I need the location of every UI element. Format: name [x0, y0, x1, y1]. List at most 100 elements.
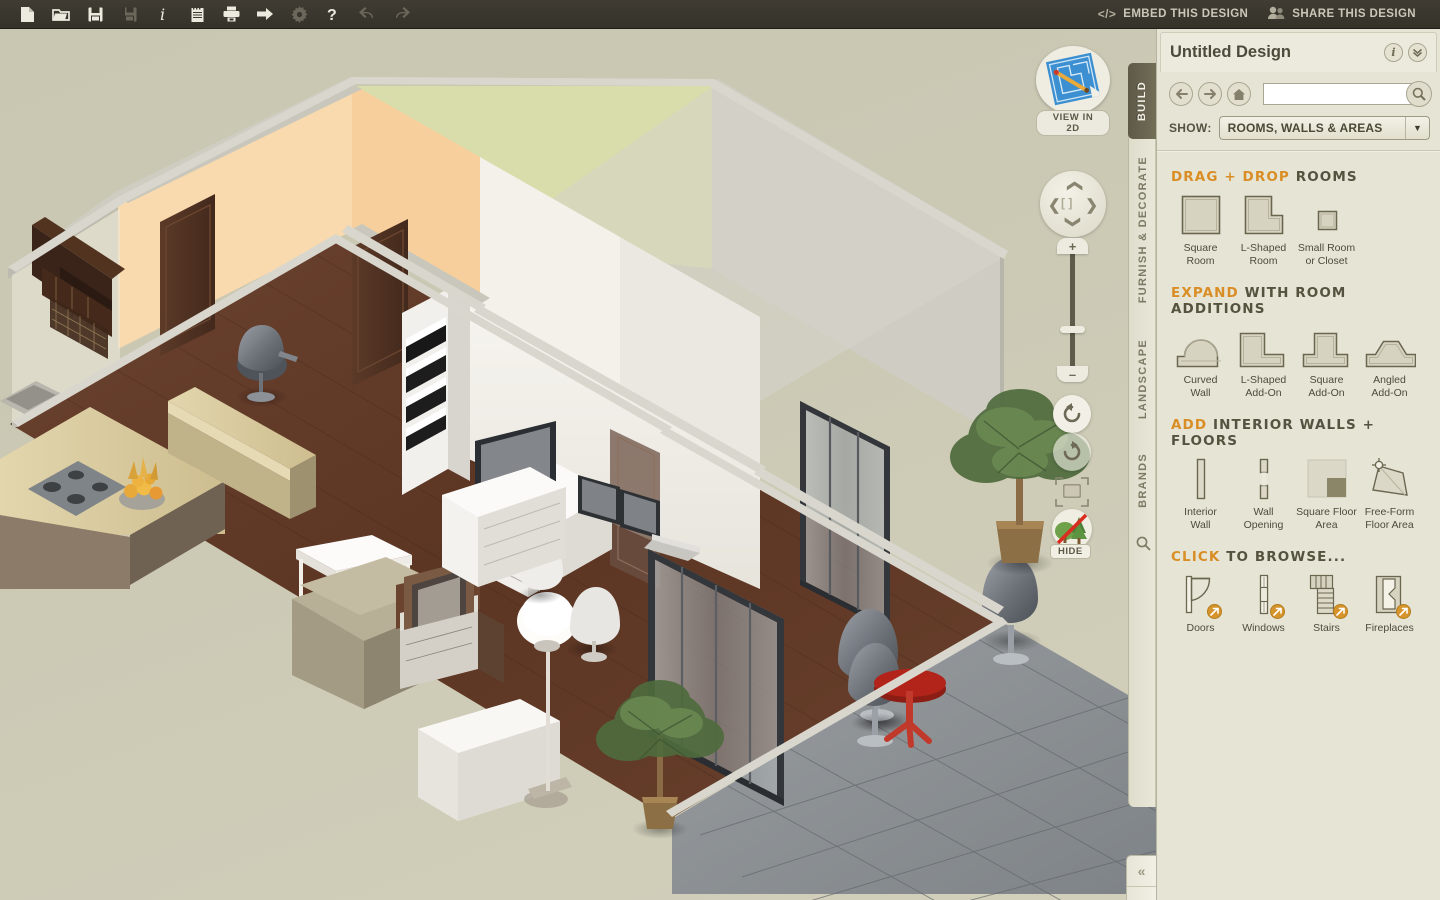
- toolbar-actions: </> EMBED THIS DESIGN SHARE THIS DESIGN: [1088, 0, 1440, 29]
- hide-landscape-toggle[interactable]: [1052, 509, 1092, 549]
- section-title-rooms: DRAG + DROP ROOMS: [1171, 169, 1428, 185]
- chevron-down-icon[interactable]: [1408, 43, 1427, 62]
- zoom-slider-handle[interactable]: [1060, 326, 1085, 333]
- tab-label-furnish: FURNISH & DECORATE: [1137, 156, 1149, 304]
- collapse-prev-button[interactable]: «: [1127, 856, 1156, 886]
- hide-label[interactable]: HIDE: [1050, 544, 1091, 559]
- item-square-add-on[interactable]: Square Add-On: [1295, 325, 1358, 399]
- item-interior-wall[interactable]: Interior Wall: [1169, 457, 1232, 531]
- sidebar-item-landscape[interactable]: LANDSCAPE: [1129, 321, 1157, 437]
- item-label: Windows: [1242, 622, 1285, 634]
- pan-center-button[interactable]: [ ]: [1061, 196, 1072, 210]
- view-in-2d-control[interactable]: VIEW IN 2D: [1036, 46, 1110, 136]
- svg-text:i: i: [160, 6, 165, 23]
- help-icon[interactable]: ?: [316, 1, 350, 28]
- item-windows[interactable]: Windows: [1232, 573, 1295, 635]
- show-dropdown[interactable]: ROOMS, WALLS & AREAS ▼: [1218, 116, 1430, 140]
- item-label: Square Add-On: [1308, 374, 1345, 399]
- show-filter-row: SHOW: ROOMS, WALLS & AREAS ▼: [1157, 116, 1440, 150]
- panel-content: DRAG + DROP ROOMS Square Room L-Shaped R…: [1157, 150, 1440, 900]
- item-doors[interactable]: Doors: [1169, 573, 1232, 635]
- collapse-next-button[interactable]: »: [1127, 886, 1156, 900]
- zoom-out-button[interactable]: –: [1057, 366, 1088, 382]
- panel-header: Untitled Design i: [1160, 32, 1437, 72]
- item-fireplaces[interactable]: Fireplaces: [1358, 573, 1421, 635]
- item-l-shaped-add-on[interactable]: L-Shaped Add-On: [1232, 325, 1295, 399]
- search-icon[interactable]: [1406, 81, 1432, 107]
- design-info-icon[interactable]: i: [1384, 43, 1403, 62]
- nav-back-button[interactable]: [1169, 82, 1193, 106]
- embed-design-button[interactable]: </> EMBED THIS DESIGN: [1088, 0, 1259, 29]
- browse-arrow-badge[interactable]: [1395, 604, 1411, 619]
- nav-home-button[interactable]: [1227, 82, 1251, 106]
- door-icon: [1178, 573, 1224, 619]
- open-folder-icon[interactable]: [44, 1, 78, 28]
- pan-dpad[interactable]: ❯ ❯ ❮ ❯ [ ]: [1040, 171, 1106, 237]
- l-add-on-icon: [1238, 325, 1290, 369]
- item-square-room[interactable]: Square Room: [1169, 193, 1232, 267]
- floorplan-3d-scene: [0, 29, 1156, 900]
- item-label: Square Room: [1183, 242, 1218, 267]
- item-square-floor-area[interactable]: Square Floor Area: [1295, 457, 1358, 531]
- sidebar-item-furnish-decorate[interactable]: FURNISH & DECORATE: [1129, 139, 1157, 321]
- item-label: Interior Wall: [1184, 506, 1217, 531]
- item-angled-add-on[interactable]: Angled Add-On: [1358, 325, 1421, 399]
- item-small-room-or-closet[interactable]: Small Room or Closet: [1295, 193, 1358, 267]
- l-shaped-room-icon: [1241, 193, 1287, 237]
- rotate-left-icon[interactable]: [1053, 395, 1091, 433]
- free-form-floor-icon: [1365, 457, 1415, 501]
- design-canvas-3d[interactable]: VIEW IN 2D ❯ ❯ ❮ ❯ [ ] + – HIDE «: [0, 29, 1156, 900]
- item-wall-opening[interactable]: Wall Opening: [1232, 457, 1295, 531]
- share-design-label: SHARE THIS DESIGN: [1292, 8, 1416, 20]
- export-icon[interactable]: [248, 1, 282, 28]
- build-panel: Untitled Design i SHOW: ROOMS, WALLS & A…: [1156, 29, 1440, 900]
- print-icon[interactable]: [214, 1, 248, 28]
- stairs-icon: [1304, 573, 1350, 619]
- new-file-icon[interactable]: [10, 1, 44, 28]
- item-label: Stairs: [1313, 622, 1340, 634]
- settings-gear-icon[interactable]: [282, 1, 316, 28]
- small-room-icon: [1304, 193, 1350, 237]
- pan-right-arrow[interactable]: ❯: [1085, 196, 1098, 214]
- sidebar-item-brands[interactable]: BRANDS: [1129, 437, 1157, 523]
- pan-left-arrow[interactable]: ❮: [1048, 196, 1061, 214]
- toolbar-icon-group: i ?: [0, 1, 418, 28]
- item-l-shaped-room[interactable]: L-Shaped Room: [1232, 193, 1295, 267]
- item-label: Curved Wall: [1183, 374, 1218, 399]
- panel-navigation-bar: [1157, 72, 1440, 116]
- pan-up-arrow[interactable]: ❯: [1064, 180, 1082, 193]
- view-in-2d-label[interactable]: VIEW IN 2D: [1036, 110, 1110, 136]
- save-icon[interactable]: [78, 1, 112, 28]
- item-label: L-Shaped Room: [1240, 242, 1287, 267]
- redo-icon[interactable]: [384, 1, 418, 28]
- browse-arrow-badge[interactable]: [1206, 604, 1222, 619]
- browse-arrow-badge[interactable]: [1269, 604, 1285, 619]
- rotate-right-icon[interactable]: [1053, 433, 1091, 471]
- item-free-form-floor-area[interactable]: Free-Form Floor Area: [1358, 457, 1421, 531]
- show-label: SHOW:: [1169, 121, 1212, 135]
- search-input[interactable]: [1263, 83, 1420, 105]
- show-dropdown-value: ROOMS, WALLS & AREAS: [1227, 121, 1383, 135]
- embed-design-label: EMBED THIS DESIGN: [1123, 8, 1249, 20]
- zoom-slider-track[interactable]: [1070, 244, 1075, 374]
- item-curved-wall[interactable]: Curved Wall: [1169, 325, 1232, 399]
- save-as-icon[interactable]: [112, 1, 146, 28]
- fit-to-screen-icon[interactable]: [1055, 477, 1089, 507]
- curved-wall-icon: [1175, 325, 1227, 369]
- view-2d-thumbnail[interactable]: [1036, 46, 1110, 114]
- sidebar-item-build[interactable]: BUILD: [1128, 63, 1156, 139]
- pan-down-arrow[interactable]: ❯: [1064, 216, 1082, 229]
- browse-arrow-badge[interactable]: [1332, 604, 1348, 619]
- share-design-button[interactable]: SHARE THIS DESIGN: [1258, 0, 1426, 29]
- tab-label-build: BUILD: [1136, 80, 1148, 122]
- chevron-down-icon[interactable]: ▼: [1405, 117, 1429, 139]
- item-stairs[interactable]: Stairs: [1295, 573, 1358, 635]
- section-title-interior: ADD INTERIOR WALLS + FLOORS: [1171, 417, 1428, 449]
- nav-forward-button[interactable]: [1198, 82, 1222, 106]
- info-icon[interactable]: i: [146, 1, 180, 28]
- zoom-in-button[interactable]: +: [1057, 238, 1088, 254]
- undo-icon[interactable]: [350, 1, 384, 28]
- code-brackets-icon: </>: [1097, 7, 1117, 21]
- sidebar-search-icon[interactable]: [1129, 523, 1157, 563]
- notes-icon[interactable]: [180, 1, 214, 28]
